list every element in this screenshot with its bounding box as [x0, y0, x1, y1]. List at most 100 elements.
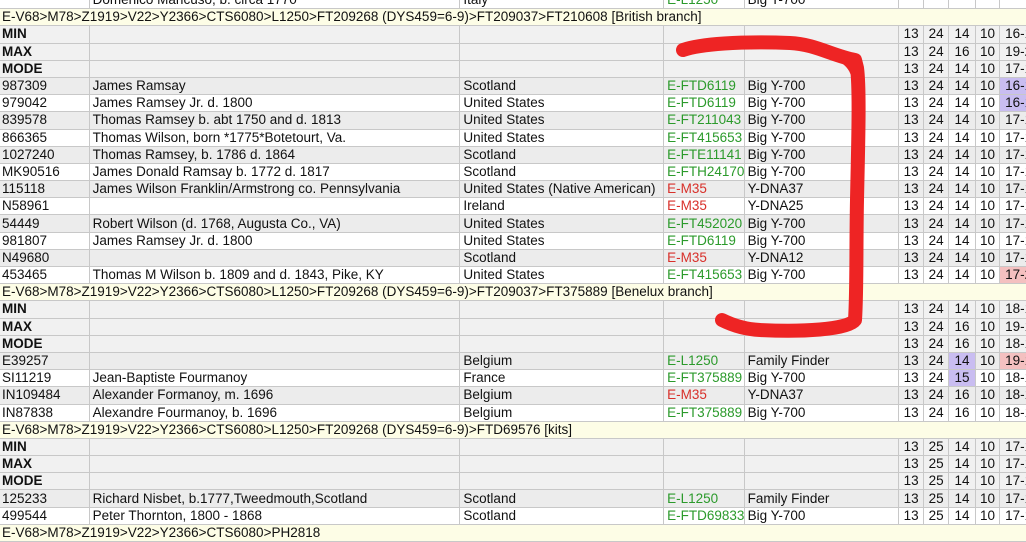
table-row[interactable]: 1027240 Thomas Ramsey, b. 1786 d. 1864 Sco… [0, 145, 1026, 164]
marker-value-cell: 10 [974, 506, 1001, 525]
stat-row[interactable]: MAX 1324161019-2 [0, 42, 1026, 61]
name-cell: Domenico Mancuso, b. circa 1770 [88, 0, 461, 10]
test-cell [743, 300, 900, 319]
marker-value-cell: 10 [974, 25, 1001, 44]
haplogroup-cell: E-FTD6119 [663, 94, 745, 113]
marker-value-cell: 24 [922, 59, 950, 78]
name-cell: Alexandre Fourmanoy, b. 1696 [88, 403, 461, 422]
branch-header-row[interactable]: E-V68>M78>Z1919>V22>Y2366>CTS6080>L1250>… [0, 283, 1026, 302]
stat-row[interactable]: MAX 1325141017-1 [0, 455, 1026, 474]
marker-value-cell: 18-1 [999, 386, 1026, 405]
stat-row[interactable]: MODE 1324161018-1 [0, 334, 1026, 353]
table-row[interactable]: N58961 IrelandE-M35Y-DNA251324141017-1 [0, 197, 1026, 216]
stat-row[interactable]: MIN 1324141018-1 [0, 300, 1026, 319]
country-cell: Scotland [459, 506, 665, 525]
table-row[interactable]: 979042 James Ramsey Jr. d. 1800 United Sta… [0, 94, 1026, 113]
stat-label: MIN [0, 437, 90, 457]
marker-value-cell: 24 [922, 94, 950, 113]
branch-path-label: E-V68>M78>Z1919>V22>Y2366>CTS6080>L1250>… [0, 283, 1026, 302]
marker-value-cell: 24 [922, 369, 950, 388]
marker-value-cell: 16 [948, 317, 976, 336]
test-cell: Big Y-700 [743, 94, 900, 113]
country-cell: Belgium [459, 386, 665, 405]
marker-value-cell: 24 [922, 248, 950, 268]
marker-value-cell: 13 [898, 317, 924, 336]
marker-value-cell: 13 [898, 76, 924, 96]
marker-value-cell: 16-1 [999, 76, 1026, 96]
marker-value-cell: 14 [948, 265, 976, 285]
table-row[interactable]: 115118 James Wilson Franklin/Armstrong co… [0, 180, 1026, 199]
marker-value-cell: 24 [922, 25, 950, 44]
haplogroup-cell: E-FTD69833 [663, 506, 745, 525]
name-cell [88, 334, 461, 353]
marker-value-cell: 16 [948, 334, 976, 353]
marker-value-cell: 13 [898, 145, 924, 164]
marker-value-cell: 14 [948, 128, 976, 147]
marker-cell [948, 0, 976, 10]
marker-value-cell: 10 [974, 59, 1001, 78]
marker-value-cell: 24 [922, 403, 950, 422]
marker-value-cell: 10 [974, 489, 1001, 508]
marker-value-cell: 24 [922, 300, 950, 319]
kit-id-cell: IN109484 [0, 386, 90, 405]
marker-value-cell: 19-2 [999, 42, 1026, 61]
table-row[interactable]: MK90516 James Donald Ramsay b. 1772 d. 18… [0, 162, 1026, 182]
haplogroup-cell: E-M35 [663, 180, 745, 199]
marker-value-cell: 24 [922, 111, 950, 130]
test-cell [743, 317, 900, 336]
stat-row[interactable]: MIN 1325141017-1 [0, 437, 1026, 457]
test-cell: Big Y-700 [743, 265, 900, 285]
kit-id-cell: MK90516 [0, 162, 90, 182]
table-row[interactable]: 981807 James Ramsey Jr. d. 1800 United Sta… [0, 231, 1026, 250]
branch-header-row[interactable]: E-V68>M78>Z1919>V22>Y2366>CTS6080>PH2818 [0, 523, 1026, 542]
marker-value-cell: 24 [922, 197, 950, 216]
branch-header-row[interactable]: E-V68>M78>Z1919>V22>Y2366>CTS6080>L1250>… [0, 8, 1026, 27]
table-row[interactable]: IN87838 Alexandre Fourmanoy, b. 1696 Belgi… [0, 403, 1026, 422]
test-cell: Y-DNA37 [743, 386, 900, 405]
marker-value-cell: 24 [922, 42, 950, 61]
test-cell: Family Finder [743, 489, 900, 508]
table-row[interactable]: Domenico Mancuso, b. circa 1770 Italy E-… [0, 0, 1026, 10]
name-cell: Richard Nisbet, b.1777,Tweedmouth,Scotla… [88, 489, 461, 508]
marker-value-cell: 24 [922, 145, 950, 164]
marker-value-cell: 13 [898, 162, 924, 182]
table-row[interactable]: N49680 ScotlandE-M35Y-DNA121324141017-1 [0, 248, 1026, 268]
marker-value-cell: 17-1 [999, 437, 1026, 457]
country-cell: United States [459, 265, 665, 285]
marker-value-cell: 18-1 [999, 403, 1026, 422]
marker-value-cell: 15 [948, 369, 976, 388]
name-cell: James Ramsey Jr. d. 1800 [88, 231, 461, 250]
marker-value-cell: 24 [922, 180, 950, 199]
country-cell: Italy [459, 0, 665, 10]
stat-row[interactable]: MIN 1324141016-1 [0, 25, 1026, 44]
table-row[interactable]: 54449 Robert Wilson (d. 1768, Augusta Co.… [0, 214, 1026, 233]
table-row[interactable]: E39257 Belgium E-L1250 Family Finder 13 24 14 1… [0, 351, 1026, 371]
table-row[interactable]: 125233 Richard Nisbet, b.1777,Tweedmouth,… [0, 489, 1026, 508]
haplogroup-cell [663, 472, 745, 491]
table-row[interactable]: IN109484 Alexander Formanoy, m. 1696 Belgi… [0, 386, 1026, 405]
marker-value-cell: 10 [974, 76, 1001, 96]
marker-value-cell: 10 [974, 472, 1001, 491]
marker-value-cell: 17-1 [999, 231, 1026, 250]
country-cell: Belgium [459, 351, 665, 371]
table-row[interactable]: 839578 Thomas Ramsey b. abt 1750 and d. 1… [0, 111, 1026, 130]
haplogroup-cell [663, 455, 745, 474]
stat-label: MODE [0, 472, 90, 491]
country-cell: France [459, 369, 665, 388]
test-cell [743, 59, 900, 78]
table-row[interactable]: SI11219 Jean-Baptiste Fourmanoy France E-FT… [0, 369, 1026, 388]
stat-row[interactable]: MODE 1325141017-1 [0, 472, 1026, 491]
test-cell [743, 472, 900, 491]
stat-row[interactable]: MODE 1324141017-1 [0, 59, 1026, 78]
branch-header-row[interactable]: E-V68>M78>Z1919>V22>Y2366>CTS6080>L1250>… [0, 420, 1026, 439]
kit-id-cell: E39257 [0, 351, 90, 371]
marker-value-cell: 13 [898, 128, 924, 147]
marker-value-cell: 10 [974, 351, 1001, 371]
test-cell: Big Y-700 [743, 145, 900, 164]
table-row[interactable]: 987309 James Ramsay Scotland E-FTD6119 Big Y… [0, 76, 1026, 96]
table-row[interactable]: 499544 Peter Thornton, 1800 - 1868 Scotlan… [0, 506, 1026, 525]
stat-row[interactable]: MAX 1324161019-1 [0, 317, 1026, 336]
table-row[interactable]: 866365 Thomas Wilson, born *1775*Botetour… [0, 128, 1026, 147]
table-row[interactable]: 453465 Thomas M Wilson b. 1809 and d. 184… [0, 265, 1026, 285]
marker-value-cell: 16 [948, 386, 976, 405]
